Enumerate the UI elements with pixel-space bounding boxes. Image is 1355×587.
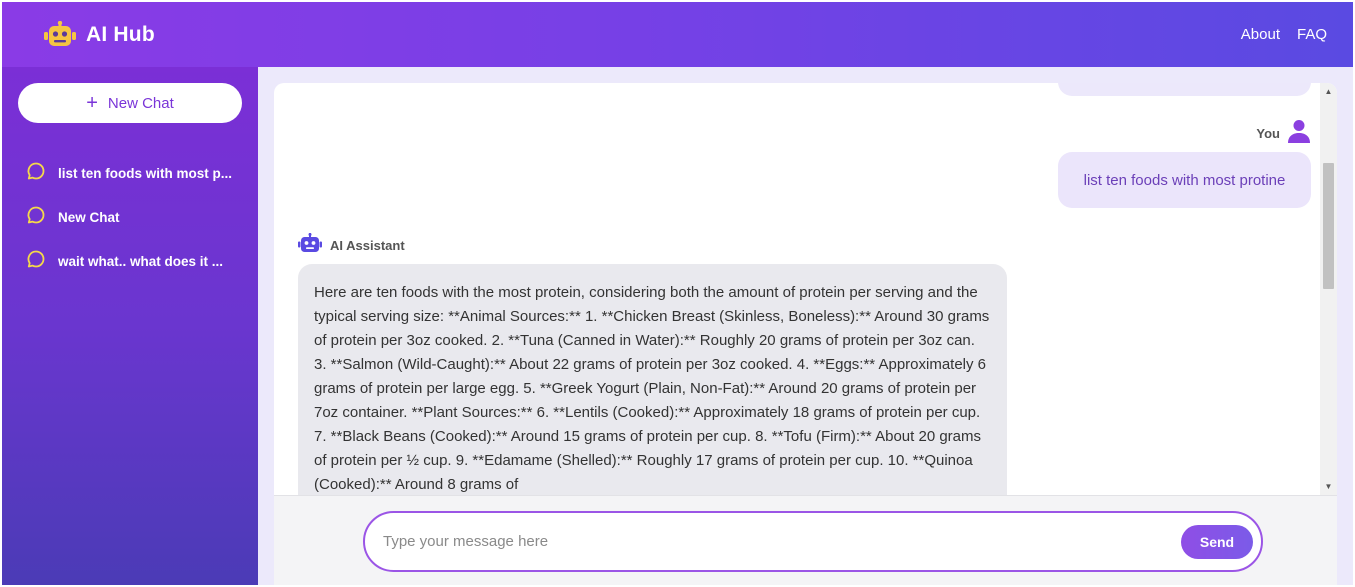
previous-message-bubble [1058,83,1311,96]
user-label: You [1256,126,1280,141]
scrollbar-thumb[interactable] [1323,163,1334,289]
message-composer: Send [274,495,1337,585]
top-header: AI Hub About FAQ [2,2,1353,67]
assistant-message-header: AI Assistant [298,233,405,258]
chat-panel: You list ten foods with most protine AI … [274,83,1337,585]
chat-history-label: New Chat [58,209,120,225]
brand-title: AI Hub [86,22,155,46]
chat-history-list: list ten foods with most p... New Chat w… [18,151,242,283]
robot-icon [44,20,78,50]
message-scrollbar[interactable]: ▲ ▼ [1320,83,1337,495]
user-message-header: You [1256,119,1310,148]
robot-icon [298,233,322,258]
chat-history-label: wait what.. what does it ... [58,253,224,269]
new-chat-label: New Chat [107,94,174,112]
top-nav: About FAQ [1241,26,1327,43]
brand[interactable]: AI Hub [44,20,155,50]
chat-bubble-icon [26,161,46,186]
nav-about-link[interactable]: About [1241,26,1280,43]
chat-main: You list ten foods with most protine AI … [258,67,1353,585]
plus-icon: + [86,92,98,114]
chat-history-label: list ten foods with most p... [58,165,232,181]
message-input-container: Send [363,511,1263,572]
new-chat-button[interactable]: + New Chat [18,83,242,123]
assistant-label: AI Assistant [330,238,405,253]
nav-faq-link[interactable]: FAQ [1297,26,1327,43]
chat-bubble-icon [26,205,46,230]
user-avatar-icon [1288,119,1310,148]
sidebar: + New Chat list ten foods with most p...… [2,67,258,585]
message-input[interactable] [383,533,1181,550]
scroll-up-arrow-icon[interactable]: ▲ [1320,83,1337,100]
user-message-bubble: list ten foods with most protine [1058,152,1311,208]
scroll-down-arrow-icon[interactable]: ▼ [1320,478,1337,495]
chat-history-item[interactable]: wait what.. what does it ... [18,239,242,283]
message-list[interactable]: You list ten foods with most protine AI … [274,83,1320,495]
chat-history-item[interactable]: list ten foods with most p... [18,151,242,195]
chat-bubble-icon [26,249,46,274]
assistant-message-bubble: Here are ten foods with the most protein… [298,264,1007,495]
send-button[interactable]: Send [1181,524,1253,559]
chat-history-item[interactable]: New Chat [18,195,242,239]
